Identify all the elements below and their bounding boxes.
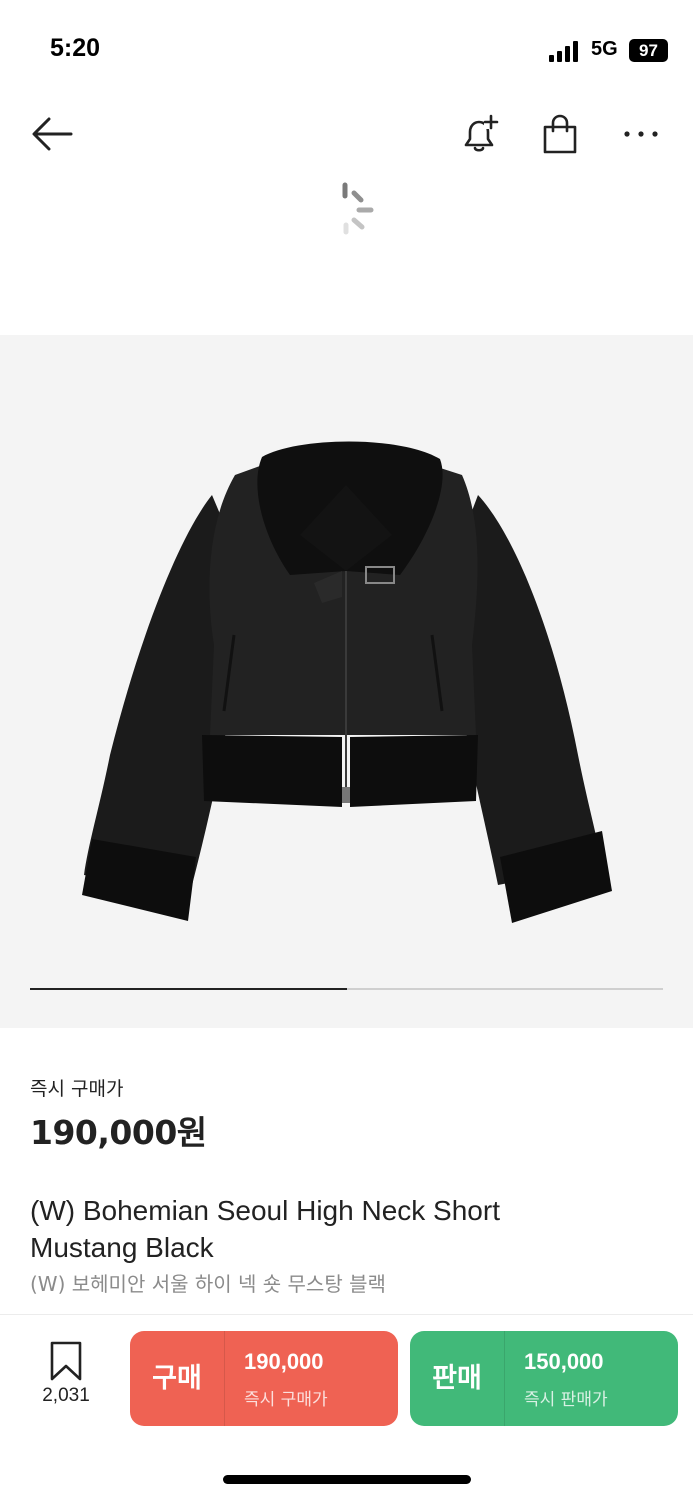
status-bar: 5:20 5G 97: [0, 0, 693, 100]
home-indicator[interactable]: [223, 1475, 471, 1484]
product-title-en: (W) Bohemian Seoul High Neck Short Musta…: [30, 1195, 500, 1263]
battery-indicator: 97: [629, 39, 668, 62]
shopping-bag-icon: [543, 114, 577, 154]
instant-buy-price: 190,000원: [30, 1113, 207, 1152]
sell-button[interactable]: 판매 150,000 즉시 판매가: [410, 1331, 678, 1426]
buy-button-price: 190,000: [244, 1349, 324, 1374]
sell-button-price: 150,000: [524, 1349, 604, 1374]
buy-button[interactable]: 구매 190,000 즉시 구매가: [130, 1331, 398, 1426]
product-image-carousel[interactable]: [0, 335, 693, 1028]
status-time: 5:20: [50, 34, 101, 62]
bookmark-icon: [50, 1341, 82, 1381]
jacket-image: [82, 441, 612, 923]
sell-button-subtitle: 즉시 판매가: [524, 1390, 608, 1410]
instant-buy-price-label: 즉시 구매가: [30, 1078, 124, 1100]
buy-button-subtitle: 즉시 구매가: [244, 1390, 328, 1410]
network-type: 5G: [591, 38, 618, 60]
buy-button-label: 구매: [152, 1363, 202, 1394]
buy-button-divider: [224, 1331, 225, 1426]
signal-icon: [549, 41, 578, 62]
carousel-progress-fill: [30, 988, 347, 990]
loading-spinner-icon: [342, 182, 374, 235]
wishlist-count: 2,031: [42, 1385, 90, 1406]
back-button[interactable]: [27, 110, 75, 158]
bottom-action-bar: 2,031 구매 190,000 즉시 구매가 판매 150,000 즉시 판매…: [0, 1314, 693, 1500]
sell-button-label: 판매: [432, 1363, 482, 1394]
carousel-progress-track: [30, 988, 663, 990]
more-horizontal-icon: [624, 131, 658, 137]
bell-plus-icon: [464, 114, 499, 152]
arrow-left-icon: [32, 117, 73, 151]
more-button[interactable]: [617, 110, 665, 158]
shopping-bag-button[interactable]: [536, 110, 584, 158]
sell-button-divider: [504, 1331, 505, 1426]
wishlist-button[interactable]: 2,031: [30, 1341, 102, 1413]
price-alert-button[interactable]: [455, 110, 503, 158]
top-nav-bar: [0, 100, 693, 170]
product-title-ko: (W) 보헤미안 서울 하이 넥 숏 무스탕 블랙: [30, 1272, 386, 1296]
